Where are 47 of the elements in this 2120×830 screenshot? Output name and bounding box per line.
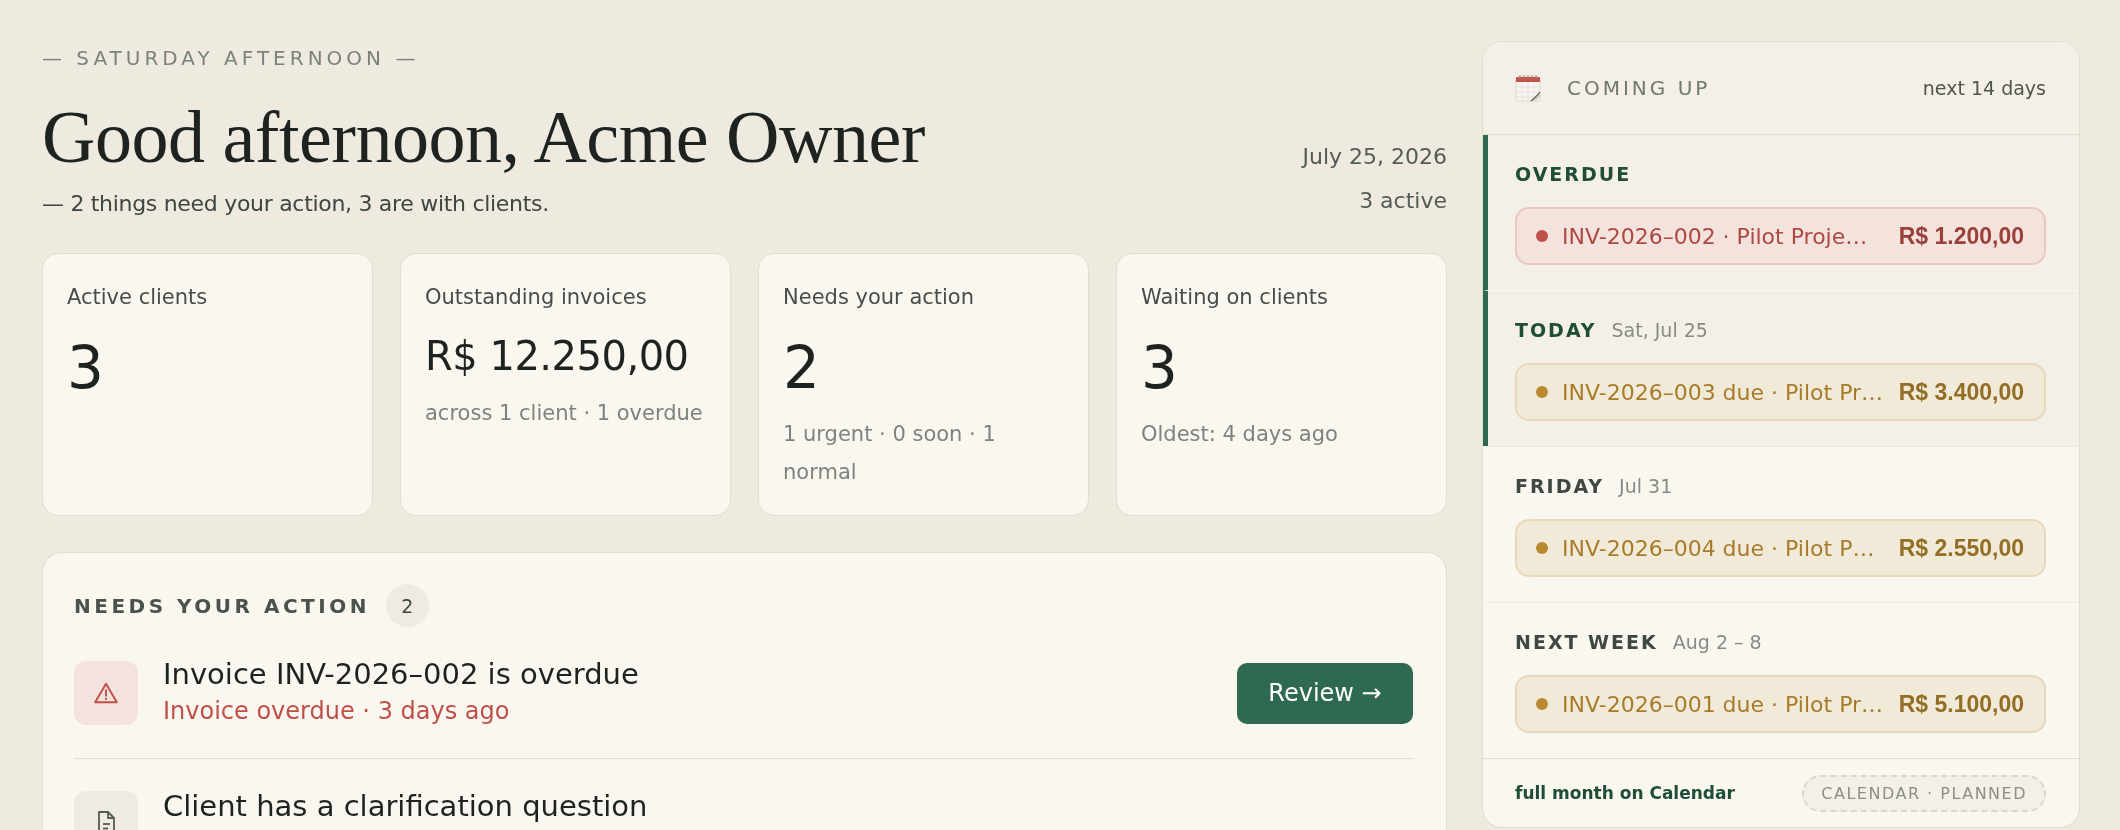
group-label: NEXT WEEK bbox=[1515, 630, 1658, 655]
stat-note: Oldest: 4 days ago bbox=[1141, 421, 1339, 448]
invoice-amount: R$ 3.400,00 bbox=[1897, 378, 2024, 406]
invoice-chip[interactable]: INV-2026–002 · Pilot Proje… R$ 1.200,00 bbox=[1515, 207, 2046, 265]
stat-value: 2 bbox=[783, 336, 821, 400]
stat-value: 3 bbox=[1141, 336, 1179, 400]
greeting-title: Good afternoon, Acme Owner bbox=[42, 97, 925, 177]
group-label: OVERDUE bbox=[1515, 162, 1632, 187]
stat-value: R$ 12.250,00 bbox=[425, 332, 690, 381]
active-count: 3 active bbox=[1359, 187, 1447, 215]
stat-label: Active clients bbox=[67, 284, 209, 311]
section-title: NEEDS YOUR ACTION bbox=[74, 593, 370, 618]
stat-label: Outstanding invoices bbox=[425, 284, 648, 311]
warning-icon bbox=[74, 661, 138, 725]
stat-note: 1 urgent · 0 soon · 1 normal bbox=[783, 421, 997, 486]
invoice-chip[interactable]: INV-2026–004 due · Pilot P… R$ 2.550,00 bbox=[1515, 519, 2046, 577]
calendar-link[interactable]: full month on Calendar bbox=[1515, 783, 1735, 803]
invoice-amount: R$ 2.550,00 bbox=[1897, 534, 2024, 562]
count-badge: 2 bbox=[385, 584, 429, 627]
summary-text: — 2 things need your action, 3 are with clients. bbox=[42, 192, 550, 216]
invoice-text: INV-2026–003 due · Pilot Pr… bbox=[1562, 379, 1884, 405]
invoice-text: INV-2026–001 due · Pilot Pr… bbox=[1562, 691, 1884, 717]
stat-label: Needs your action bbox=[783, 284, 976, 311]
review-button[interactable]: Review → bbox=[1237, 662, 1413, 724]
group-label: TODAY bbox=[1515, 318, 1597, 343]
action-detail: Invoice overdue · 3 days ago bbox=[163, 696, 511, 727]
eyebrow-text: — SATURDAY AFTERNOON — bbox=[42, 46, 421, 70]
invoice-text: INV-2026–002 · Pilot Proje… bbox=[1562, 223, 1868, 249]
invoice-chip[interactable]: INV-2026–001 due · Pilot Pr… R$ 5.100,00 bbox=[1515, 675, 2046, 733]
invoice-text: INV-2026–004 due · Pilot P… bbox=[1562, 535, 1875, 561]
date-text: July 25, 2026 bbox=[1302, 143, 1447, 171]
invoice-chip[interactable]: INV-2026–003 due · Pilot Pr… R$ 3.400,00 bbox=[1515, 363, 2046, 421]
group-date: Aug 2 – 8 bbox=[1672, 630, 1762, 655]
group-date: Jul 31 bbox=[1619, 474, 1673, 499]
invoice-amount: R$ 5.100,00 bbox=[1897, 690, 2024, 718]
action-title: Invoice INV-2026–002 is overdue bbox=[163, 659, 640, 689]
date-range: next 14 days bbox=[1922, 77, 2046, 99]
stat-note: across 1 client · 1 overdue bbox=[425, 400, 704, 427]
action-title: Client has a clarification question bbox=[163, 791, 649, 821]
calendar-icon bbox=[1515, 74, 1541, 102]
status-tag: CALENDAR · PLANNED bbox=[1802, 774, 2046, 812]
group-label: FRIDAY bbox=[1515, 474, 1605, 499]
invoice-amount: R$ 1.200,00 bbox=[1897, 222, 2024, 250]
stat-label: Waiting on clients bbox=[1141, 284, 1329, 311]
group-date: Sat, Jul 25 bbox=[1611, 318, 1708, 343]
panel-title: COMING UP bbox=[1567, 76, 1711, 100]
stat-value: 3 bbox=[67, 336, 105, 400]
